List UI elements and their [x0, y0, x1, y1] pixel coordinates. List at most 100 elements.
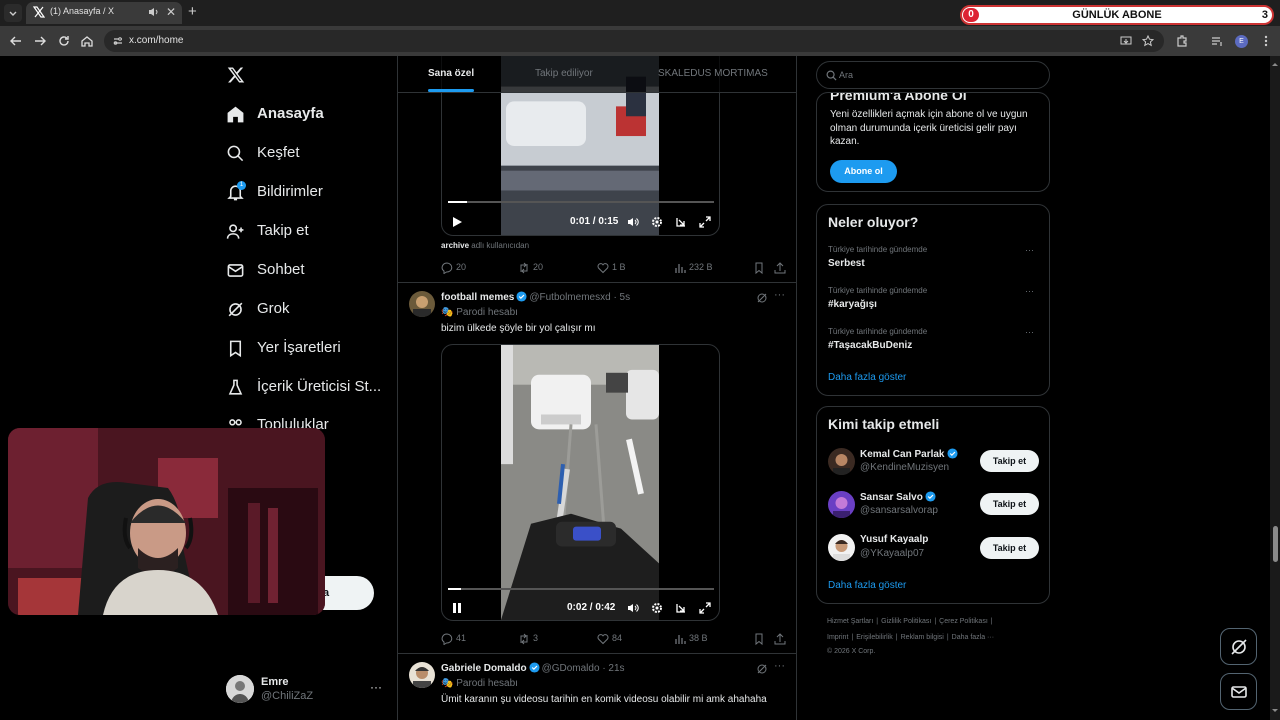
forward-icon[interactable]	[33, 34, 47, 48]
settings-gear-icon[interactable]	[651, 216, 663, 228]
tab-for-you[interactable]: Sana özel	[428, 68, 474, 79]
settings-gear-icon[interactable]	[651, 602, 663, 614]
share-icon[interactable]	[774, 261, 786, 275]
tweet-header: football memes @Futbolmemesxd · 5s	[441, 291, 630, 303]
follow-button[interactable]: Takip et	[980, 537, 1039, 559]
tweet-author-handle[interactable]: @GDomaldo	[542, 663, 600, 674]
nav-item-follow[interactable]: Takip et	[226, 217, 396, 247]
follow-button[interactable]: Takip et	[980, 493, 1039, 515]
volume-icon[interactable]	[627, 216, 639, 228]
footer-link-cookies[interactable]: Çerez Politikası	[939, 618, 988, 625]
suggested-user-handle: @YKayaalp07	[860, 548, 925, 559]
footer-link-terms[interactable]: Hizmet Şartları	[827, 618, 873, 625]
more-icon[interactable]: ···	[1025, 327, 1034, 337]
extensions-icon[interactable]	[1175, 34, 1189, 48]
menu-dots-icon[interactable]	[1259, 34, 1273, 48]
more-icon[interactable]: ···	[370, 680, 382, 694]
nav-item-chat[interactable]: Sohbet	[226, 256, 396, 286]
avatar[interactable]	[409, 662, 435, 688]
tweet-divider	[398, 282, 796, 283]
repost-count: 3	[533, 633, 539, 643]
footer-link-accessibility[interactable]: Erişilebilirlik	[856, 634, 893, 641]
media-controls-icon[interactable]	[1210, 34, 1224, 48]
nav-item-creator-studio[interactable]: İçerik Üreticisi St...	[226, 373, 396, 403]
tweet-time[interactable]: · 5s	[613, 292, 630, 303]
footer-link-more[interactable]: Daha fazla ···	[952, 634, 994, 641]
video-player[interactable]: 0:02 / 0:42	[441, 344, 720, 621]
speaker-icon[interactable]	[148, 6, 160, 18]
avatar[interactable]	[828, 534, 855, 561]
tab-skaledus-mortimas[interactable]: SKALEDUS MORTIMAS	[658, 68, 768, 79]
more-icon[interactable]: ···	[774, 289, 785, 301]
video-frame	[501, 345, 659, 620]
scroll-down-arrow-icon[interactable]	[1270, 706, 1280, 716]
install-app-icon[interactable]	[1120, 35, 1132, 47]
grok-icon[interactable]	[756, 663, 768, 675]
pause-icon[interactable]	[451, 602, 463, 614]
avatar[interactable]	[409, 291, 435, 317]
home-browser-icon[interactable]	[80, 34, 94, 48]
picture-in-picture-icon[interactable]	[675, 602, 687, 614]
tweet-author-name[interactable]: Gabriele Domaldo	[441, 663, 527, 674]
trends-show-more[interactable]: Daha fazla göster	[828, 372, 906, 383]
nav-item-grok[interactable]: Grok	[226, 295, 396, 325]
suggested-user-name[interactable]: Kemal Can Parlak	[860, 448, 960, 460]
more-icon[interactable]: ···	[774, 660, 785, 672]
browser-profile-avatar[interactable]: E	[1235, 35, 1248, 48]
nav-item-notifications[interactable]: 1 Bildirimler	[226, 178, 396, 208]
suggested-user-name[interactable]: Sansar Salvo	[860, 491, 938, 503]
tab-close-icon[interactable]: ✕	[166, 5, 176, 19]
like-count: 1 B	[612, 262, 626, 272]
nav-item-home[interactable]: Anasayfa	[226, 100, 396, 130]
bookmark-star-icon[interactable]	[1142, 35, 1154, 47]
tweet-time[interactable]: · 21s	[602, 663, 624, 674]
fullscreen-icon[interactable]	[699, 216, 711, 228]
who-to-follow-show-more[interactable]: Daha fazla göster	[828, 580, 906, 591]
suggested-user-name[interactable]: Yusuf Kayaalp	[860, 534, 928, 545]
reload-icon[interactable]	[57, 34, 71, 48]
x-logo-icon[interactable]	[227, 66, 245, 84]
subscribe-button[interactable]: Abone ol	[830, 160, 897, 183]
bookmark-icon[interactable]	[753, 261, 765, 275]
browser-tab-bar: (1) Anasayfa / X ✕ + 0 GÜNLÜK ABONE 3	[0, 0, 1280, 26]
avatar[interactable]	[828, 491, 855, 518]
new-tab-icon[interactable]: +	[188, 3, 197, 21]
messages-floating-button[interactable]	[1220, 673, 1257, 710]
fullscreen-icon[interactable]	[699, 602, 711, 614]
address-bar[interactable]: x.com/home	[104, 30, 1164, 52]
video-progress-bar[interactable]	[448, 588, 714, 590]
video-progress-bar[interactable]	[448, 201, 714, 203]
browser-tab[interactable]: (1) Anasayfa / X ✕	[26, 2, 182, 24]
site-info-icon[interactable]	[112, 35, 124, 47]
source-user[interactable]: archive	[441, 241, 469, 250]
tweet-author-handle[interactable]: @Futbolmemesxd	[529, 292, 610, 303]
tweet-author-name[interactable]: football memes	[441, 292, 514, 303]
account-switcher[interactable]: Emre @ChiliZaZ ···	[226, 672, 386, 706]
scroll-thumb[interactable]	[1273, 526, 1278, 562]
scroll-up-arrow-icon[interactable]	[1270, 59, 1280, 69]
more-icon[interactable]: ···	[1025, 286, 1034, 296]
picture-in-picture-icon[interactable]	[675, 216, 687, 228]
footer-link-privacy[interactable]: Gizlilik Politikası	[881, 618, 931, 625]
more-icon[interactable]: ···	[1025, 245, 1034, 255]
avatar[interactable]	[828, 448, 855, 475]
heart-icon	[597, 634, 609, 645]
volume-icon[interactable]	[627, 602, 639, 614]
footer-link-ads-info[interactable]: Reklam bilgisi	[901, 634, 944, 641]
share-icon[interactable]	[774, 632, 786, 646]
follow-button[interactable]: Takip et	[980, 450, 1039, 472]
page-scrollbar[interactable]	[1270, 56, 1280, 720]
search-bar[interactable]: Ara	[816, 61, 1050, 89]
trend-context: Türkiye tarihinde gündemde	[828, 245, 928, 254]
bookmark-icon[interactable]	[753, 632, 765, 646]
parody-mask-icon: 🎭	[441, 678, 454, 689]
tab-search-button[interactable]	[4, 4, 22, 22]
tab-following[interactable]: Takip ediliyor	[535, 68, 593, 79]
play-icon[interactable]	[451, 216, 463, 228]
grok-icon[interactable]	[756, 292, 768, 304]
back-icon[interactable]	[9, 34, 23, 48]
footer-link-imprint[interactable]: Imprint	[827, 634, 848, 641]
nav-item-explore[interactable]: Keşfet	[226, 139, 396, 169]
grok-floating-button[interactable]	[1220, 628, 1257, 665]
nav-item-bookmarks[interactable]: Yer İşaretleri	[226, 334, 396, 364]
